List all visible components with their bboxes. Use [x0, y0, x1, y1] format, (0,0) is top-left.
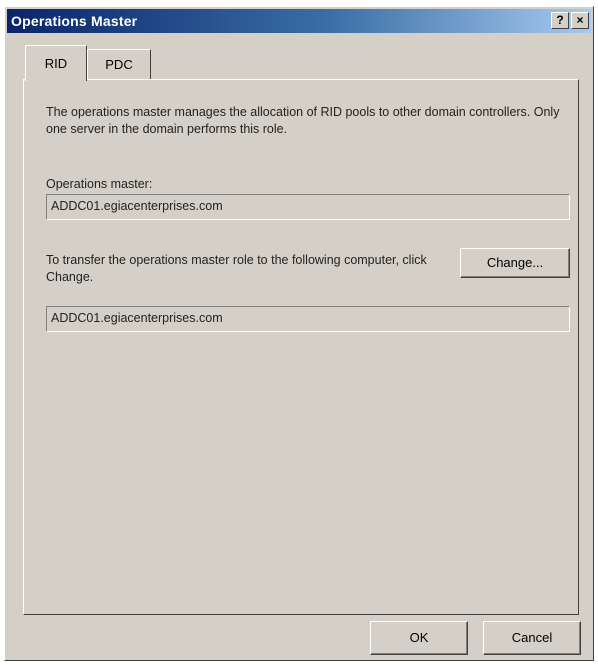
tab-pdc-label: PDC — [105, 57, 133, 72]
transfer-instructions-text: To transfer the operations master role t… — [46, 253, 427, 284]
ok-button[interactable]: OK — [370, 621, 468, 655]
cancel-button[interactable]: Cancel — [483, 621, 581, 655]
help-button[interactable]: ? — [551, 12, 569, 29]
operations-master-label: Operations master: — [46, 177, 153, 191]
tab-pdc[interactable]: PDC — [87, 49, 151, 79]
transfer-target-field[interactable]: ADDC01.egiacenterprises.com — [46, 306, 570, 332]
close-button[interactable]: × — [571, 12, 589, 29]
tab-rid-label: RID — [44, 56, 68, 71]
window-title: Operations Master — [11, 13, 138, 29]
title-bar[interactable]: Operations Master ? × — [7, 9, 591, 33]
change-button[interactable]: Change... — [460, 248, 570, 278]
operations-master-dialog: Operations Master ? × RID PDC The operat… — [4, 6, 594, 661]
description-text: The operations master manages the alloca… — [46, 105, 560, 136]
rid-tab-panel: The operations master manages the alloca… — [23, 79, 579, 615]
operations-master-field[interactable]: ADDC01.egiacenterprises.com — [46, 194, 570, 220]
tab-rid[interactable]: RID — [25, 45, 87, 81]
